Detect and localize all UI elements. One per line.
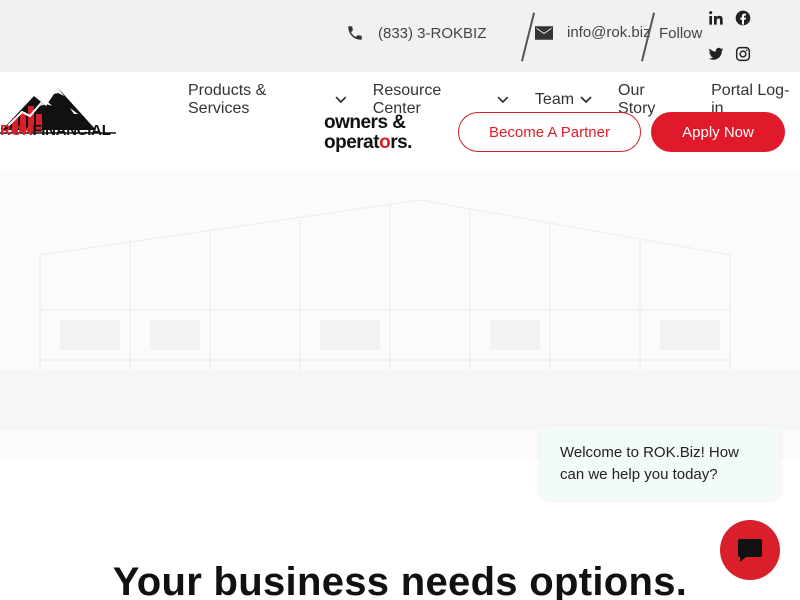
chevron-down-icon: [580, 96, 592, 104]
oo-line2: operators.: [324, 133, 412, 153]
chat-welcome-message[interactable]: Welcome to ROK.Biz! How can we help you …: [540, 426, 780, 500]
oo-line2-start: operat: [324, 132, 380, 153]
hero-background-image: [0, 170, 800, 460]
logo-wordmark: ROKFINANCIAL: [0, 122, 111, 139]
divider: [520, 12, 536, 62]
phone-icon: [348, 26, 362, 40]
apply-now-button[interactable]: Apply Now: [651, 112, 785, 152]
envelope-icon: [535, 25, 553, 40]
nav-item-label: Team: [534, 91, 575, 108]
become-partner-button[interactable]: Become A Partner: [458, 112, 641, 152]
nav-item-label: Products & Services: [188, 82, 267, 117]
oo-line1: owners &: [324, 112, 406, 133]
hero-headline: Your business needs options.: [112, 560, 688, 600]
follow-label: Follow: [659, 25, 703, 42]
page: (833) 3-ROKBIZ info@rok.biz Follow ROKFI…: [0, 0, 800, 600]
chevron-down-icon: [497, 96, 509, 104]
instagram-icon[interactable]: [734, 45, 752, 63]
oo-line2-end: rs.: [390, 132, 412, 153]
linkedin-icon[interactable]: [707, 9, 725, 27]
owners-operators-logo[interactable]: owners & operators.: [324, 113, 412, 153]
logo-suffix: FINANCIAL: [32, 122, 111, 139]
email-link[interactable]: info@rok.biz: [535, 24, 651, 41]
nav-item-products-services[interactable]: Products & Services: [188, 82, 347, 118]
top-bar: (833) 3-ROKBIZ info@rok.biz Follow: [0, 0, 800, 72]
oo-line2-accent: o: [379, 132, 391, 153]
phone-link[interactable]: (833) 3-ROKBIZ: [346, 24, 486, 42]
phone-number: (833) 3-ROKBIZ: [378, 24, 487, 42]
facebook-icon[interactable]: [734, 9, 752, 27]
twitter-icon[interactable]: [707, 45, 725, 63]
logo-prefix: ROK: [0, 122, 33, 139]
chevron-down-icon: [335, 96, 347, 104]
email-address: info@rok.biz: [567, 24, 651, 41]
